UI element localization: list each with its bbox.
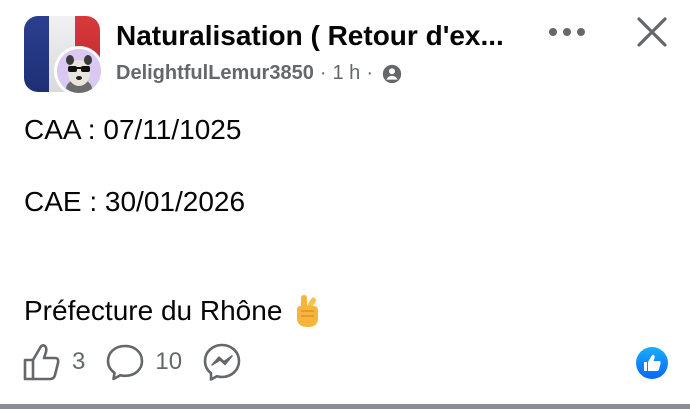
thumbs-up-icon <box>23 344 60 381</box>
post-line-caa: CAA : 07/11/1025 <box>24 114 242 145</box>
lemur-avatar-icon <box>57 49 101 93</box>
author-name[interactable]: DelightfulLemur3850 <box>116 62 314 85</box>
like-count: 3 <box>72 348 86 375</box>
group-title[interactable]: Naturalisation ( Retour d'ex... <box>116 20 516 52</box>
messenger-icon <box>203 343 241 381</box>
crossed-fingers-icon <box>297 295 319 327</box>
comment-button[interactable]: 10 <box>105 342 182 382</box>
globe-icon <box>382 64 402 83</box>
more-icon <box>549 28 585 36</box>
post-line-cae: CAE : 30/01/2026 <box>24 186 246 217</box>
meta-separator: · <box>319 62 327 84</box>
bottom-divider <box>0 404 690 409</box>
post-meta: DelightfulLemur3850 · 1 h · <box>116 62 403 85</box>
flag-blue-band <box>24 16 50 92</box>
post-card: Naturalisation ( Retour d'ex... Delightf… <box>0 0 690 409</box>
like-button[interactable]: 3 <box>22 342 85 382</box>
like-reaction-icon[interactable] <box>636 347 668 379</box>
post-actions: 3 10 <box>22 342 262 382</box>
prefecture-text: Préfecture du Rhône <box>24 295 283 326</box>
post-time[interactable]: 1 h <box>333 62 361 85</box>
close-button[interactable] <box>630 10 674 54</box>
lemur-avatar-image <box>57 49 101 93</box>
messenger-share-button[interactable] <box>202 342 242 382</box>
post-line-prefecture: Préfecture du Rhône <box>24 294 322 328</box>
more-options-button[interactable] <box>544 18 590 46</box>
close-icon <box>637 17 667 47</box>
comment-count: 10 <box>155 348 183 375</box>
meta-separator: · <box>366 62 373 84</box>
user-avatar[interactable] <box>54 46 104 96</box>
comment-icon <box>107 344 144 381</box>
